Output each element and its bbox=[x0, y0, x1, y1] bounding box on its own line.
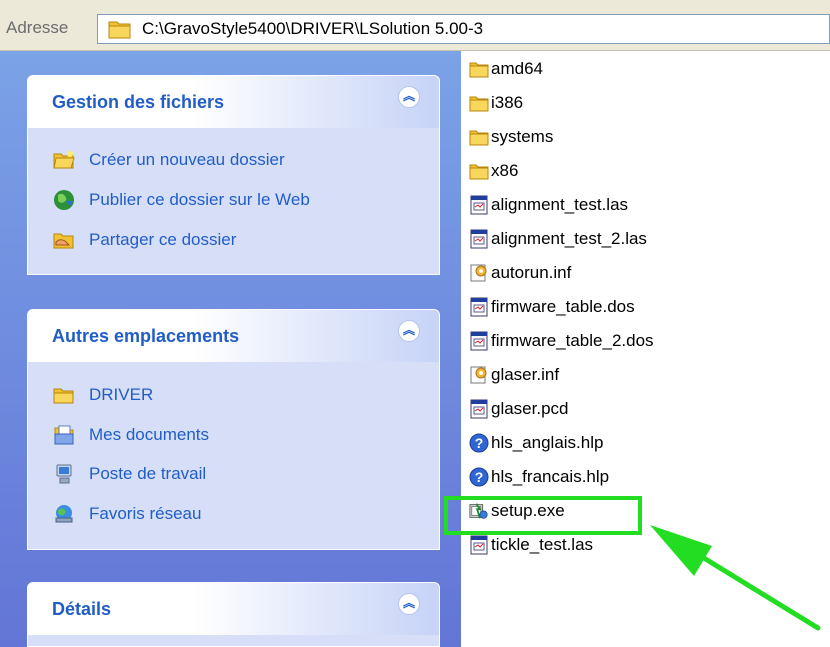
pointer-arrow bbox=[650, 525, 821, 631]
